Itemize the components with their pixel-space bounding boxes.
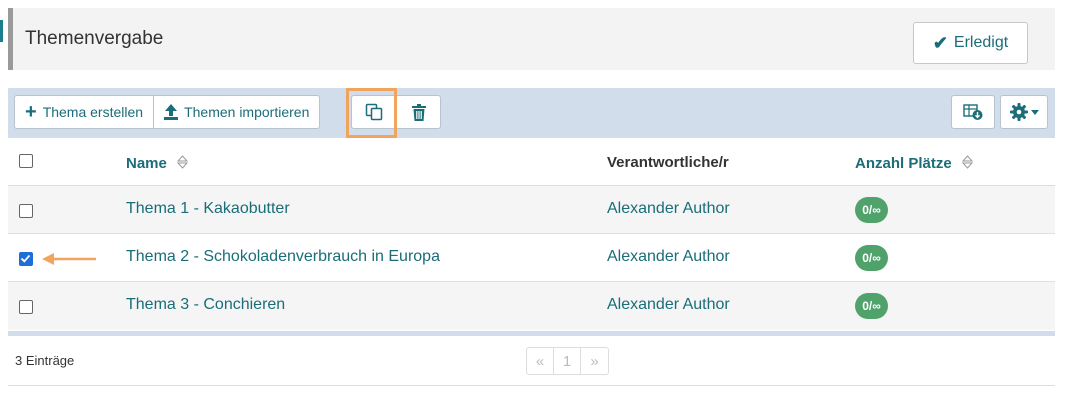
create-topic-button[interactable]: + Thema erstellen — [15, 96, 155, 128]
checkmark-icon — [20, 254, 31, 263]
sort-icon — [961, 155, 973, 169]
pagination-prev[interactable]: « — [527, 348, 554, 374]
topic-name-link[interactable]: Thema 2 - Schokoladenverbrauch in Europa — [126, 248, 440, 266]
trash-icon — [411, 103, 426, 121]
column-header-responsible: Verantwortliche/r — [607, 154, 729, 171]
pagination-next[interactable]: » — [581, 348, 608, 374]
table-settings-button[interactable] — [1000, 95, 1048, 129]
column-seats-label: Anzahl Plätze — [855, 155, 952, 172]
column-header-seats[interactable]: Anzahl Plätze — [855, 154, 973, 172]
arrow-pointer-icon — [42, 253, 96, 265]
page-header: Themenvergabe ✔ Erledigt — [8, 8, 1055, 70]
check-icon: ✔ — [932, 32, 948, 53]
entry-count: 3 Einträge — [15, 353, 75, 368]
toolbar-icon-group — [351, 95, 441, 129]
left-edge-marker — [0, 20, 3, 42]
copy-icon — [365, 103, 383, 121]
topic-name-link[interactable]: Thema 1 - Kakaobutter — [126, 200, 290, 218]
delete-button[interactable] — [396, 96, 440, 128]
column-name-label: Name — [126, 155, 167, 172]
done-button-label: Erledigt — [953, 34, 1009, 51]
footer-divider — [8, 385, 1055, 386]
done-button[interactable]: ✔ Erledigt — [913, 22, 1028, 64]
upload-icon — [164, 104, 179, 120]
responsible-link[interactable]: Alexander Author — [607, 296, 730, 314]
create-topic-label: Thema erstellen — [42, 104, 144, 120]
responsible-link[interactable]: Alexander Author — [607, 248, 730, 266]
pagination: « 1 » — [526, 347, 609, 375]
copy-button[interactable] — [352, 96, 396, 128]
import-topics-label: Themen importieren — [184, 104, 310, 120]
pagination-page[interactable]: 1 — [554, 348, 581, 374]
sort-icon — [176, 155, 189, 169]
caret-down-icon — [1030, 109, 1039, 115]
row-checkbox[interactable] — [19, 300, 33, 314]
responsible-link[interactable]: Alexander Author — [607, 200, 730, 218]
table-toolbar: + Thema erstellen Themen importieren — [8, 88, 1055, 138]
gear-icon — [1009, 103, 1028, 121]
column-header-name[interactable]: Name — [126, 154, 189, 172]
import-topics-button[interactable]: Themen importieren — [154, 96, 319, 128]
table-row: Thema 2 - Schokoladenverbrauch in Europa… — [8, 234, 1055, 282]
table-header: Name Verantwortliche/r Anzahl Plätze — [8, 138, 1055, 186]
row-checkbox[interactable] — [19, 204, 33, 218]
select-all-checkbox[interactable] — [19, 154, 33, 168]
export-button[interactable] — [951, 95, 995, 129]
seats-badge: 0/∞ — [855, 245, 888, 271]
topic-name-link[interactable]: Thema 3 - Conchieren — [126, 296, 285, 314]
page-title: Themenvergabe — [25, 28, 164, 49]
row-checkbox[interactable] — [19, 252, 33, 266]
export-table-icon — [963, 104, 983, 120]
table-row: Thema 3 - Conchieren Alexander Author 0/… — [8, 282, 1055, 330]
seats-badge: 0/∞ — [855, 197, 888, 223]
toolbar-button-group: + Thema erstellen Themen importieren — [14, 95, 321, 129]
table-row: Thema 1 - Kakaobutter Alexander Author 0… — [8, 186, 1055, 234]
table-bottom-bar — [8, 331, 1055, 336]
plus-icon: + — [25, 101, 37, 123]
seats-badge: 0/∞ — [855, 293, 888, 319]
